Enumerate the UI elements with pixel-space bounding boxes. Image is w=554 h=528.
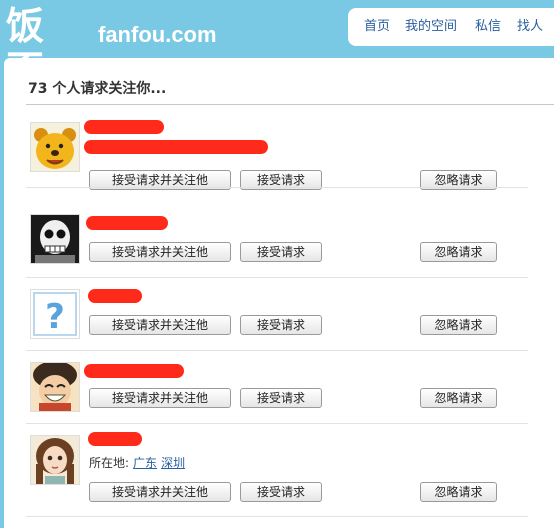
- main-panel: 73 个人请求关注你... 接受请求并关注他 接受请求 忽略请求 接受请求并关注…: [4, 58, 554, 528]
- logo-domain: fanfou.com: [98, 22, 217, 47]
- row-divider: [26, 350, 528, 351]
- row-divider: [26, 423, 528, 424]
- redacted-username: [84, 364, 184, 378]
- row-divider: [26, 187, 528, 188]
- question-mark-avatar[interactable]: ?: [30, 289, 80, 339]
- skull-face-avatar[interactable]: [30, 214, 80, 264]
- ignore-button[interactable]: 忽略请求: [420, 482, 497, 502]
- request-row: 接受请求并关注他 接受请求 忽略请求: [26, 116, 528, 190]
- nav-messages[interactable]: 私信: [475, 19, 501, 35]
- svg-text:?: ?: [45, 297, 65, 337]
- redacted-status: [84, 140, 268, 154]
- accept-and-follow-button[interactable]: 接受请求并关注他: [89, 315, 231, 335]
- page-title: 73 个人请求关注你...: [28, 81, 167, 97]
- location-label: 所在地:: [89, 456, 130, 470]
- title-divider: [26, 104, 554, 105]
- accept-button[interactable]: 接受请求: [240, 482, 322, 502]
- cartoon-girl-avatar[interactable]: [30, 435, 80, 485]
- redacted-username: [88, 432, 142, 446]
- request-row: 接受请求并关注他 接受请求 忽略请求: [26, 352, 528, 424]
- nav-find-people[interactable]: 找人: [517, 19, 543, 35]
- accept-and-follow-button[interactable]: 接受请求并关注他: [89, 388, 231, 408]
- ignore-button[interactable]: 忽略请求: [420, 388, 497, 408]
- nav-home[interactable]: 首页: [364, 19, 390, 35]
- row-divider: [26, 277, 528, 278]
- row-divider: [26, 516, 528, 517]
- location-province-link[interactable]: 广东: [133, 456, 157, 470]
- ignore-button[interactable]: 忽略请求: [420, 242, 497, 262]
- request-row: 接受请求并关注他 接受请求 忽略请求: [26, 206, 528, 278]
- redacted-username: [86, 216, 168, 230]
- winnie-the-pooh-avatar[interactable]: [30, 122, 80, 172]
- location-city-link[interactable]: 深圳: [161, 456, 185, 470]
- ignore-button[interactable]: 忽略请求: [420, 315, 497, 335]
- nav-my-space[interactable]: 我的空间: [405, 19, 457, 35]
- request-row: ? 接受请求并关注他 接受请求 忽略请求: [26, 279, 528, 351]
- accept-button[interactable]: 接受请求: [240, 242, 322, 262]
- accept-button[interactable]: 接受请求: [240, 388, 322, 408]
- cartoon-boy-avatar[interactable]: [30, 362, 80, 412]
- accept-and-follow-button[interactable]: 接受请求并关注他: [89, 482, 231, 502]
- request-row: 所在地: 广东 深圳 接受请求并关注他 接受请求 忽略请求: [26, 425, 528, 517]
- accept-and-follow-button[interactable]: 接受请求并关注他: [89, 242, 231, 262]
- top-nav: 首页 我的空间 私信 找人: [348, 8, 554, 46]
- redacted-username: [88, 289, 142, 303]
- redacted-username: [84, 120, 164, 134]
- accept-button[interactable]: 接受请求: [240, 315, 322, 335]
- location-line: 所在地: 广东 深圳: [89, 455, 185, 471]
